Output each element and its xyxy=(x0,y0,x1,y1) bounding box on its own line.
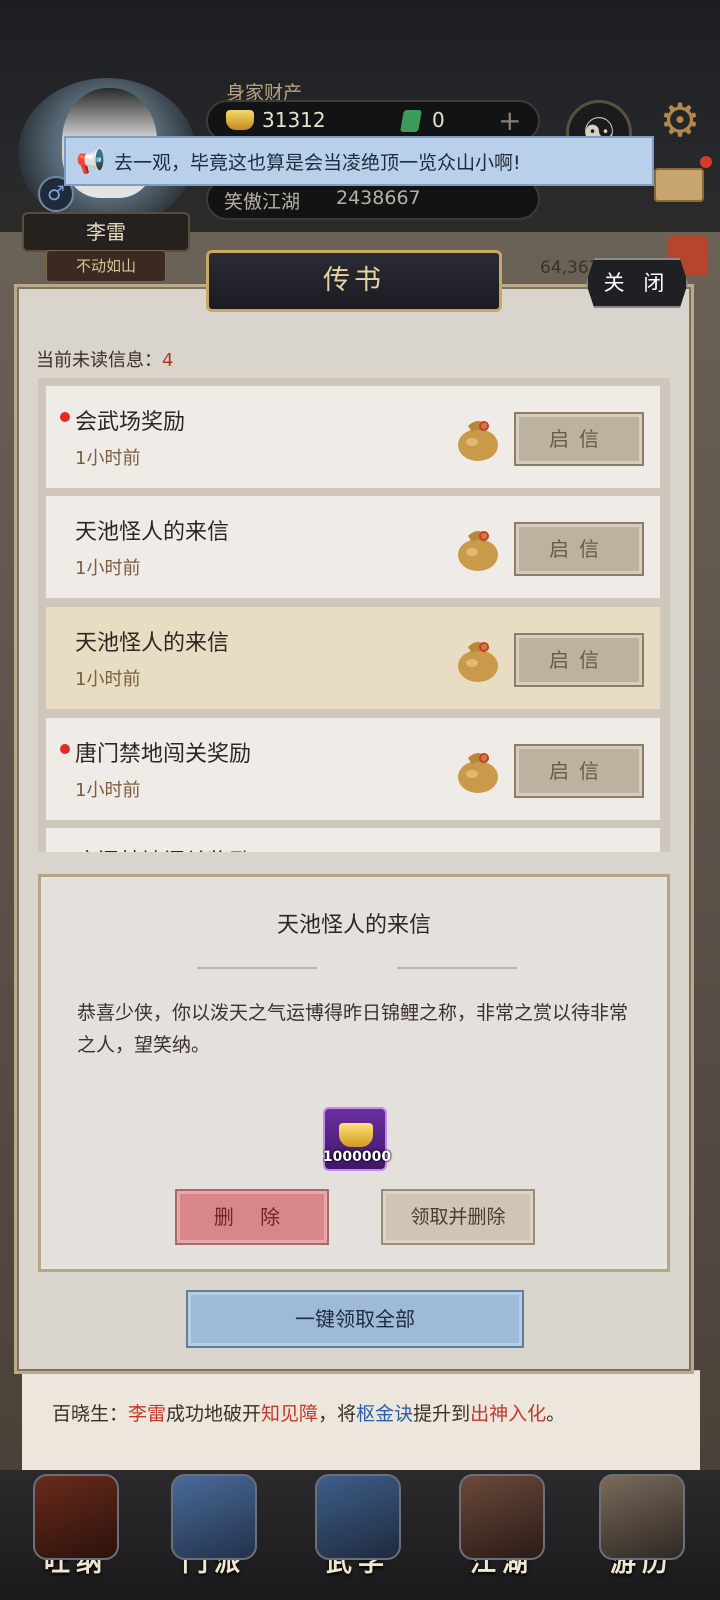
reward-count: 1000000 xyxy=(322,1149,392,1165)
close-button[interactable]: 关 闭 xyxy=(586,258,688,308)
unread-dot xyxy=(60,744,70,754)
letter-item[interactable]: 唐门禁地闯关奖励 1小时前 启信 xyxy=(46,718,660,820)
divider xyxy=(197,967,317,969)
chat-skill: 枢金诀 xyxy=(356,1403,414,1425)
nav-menpai[interactable]: 门派 xyxy=(162,1474,266,1594)
money-bag-icon xyxy=(458,421,498,461)
delete-button[interactable]: 删 除 xyxy=(175,1189,329,1245)
chat-player-name: 李雷 xyxy=(128,1403,167,1425)
claim-all-button[interactable]: 一键领取全部 xyxy=(186,1290,524,1348)
letter-item-selected[interactable]: 天池怪人的来信 1小时前 启信 xyxy=(46,607,660,709)
letter-detail-panel: 天池怪人的来信 恭喜少侠，你以泼天之气运博得昨日锦鲤之称，非常之赏以待非常之人，… xyxy=(38,874,670,1272)
letter-title: 会武场奖励 xyxy=(75,410,186,435)
mail-icon[interactable] xyxy=(654,168,704,202)
unread-count: 4 xyxy=(162,350,174,371)
letter-time: 1小时前 xyxy=(75,558,141,579)
chat-text: 提升到 xyxy=(413,1403,471,1425)
chat-text: 成功地破开 xyxy=(166,1403,262,1425)
player-title: 不动如山 xyxy=(46,250,166,282)
letter-list[interactable]: 会武场奖励 1小时前 启信 天池怪人的来信 1小时前 启信 天池怪人的来信 1小… xyxy=(38,378,670,852)
letter-time: 1小时前 xyxy=(75,780,141,801)
modal-title: 传书 xyxy=(206,250,502,312)
nav-tuna[interactable]: 吐纳 xyxy=(24,1474,128,1594)
detail-title: 天池怪人的来信 xyxy=(276,913,431,938)
unread-dot xyxy=(60,412,70,422)
notification-dot xyxy=(700,156,712,168)
letter-title: 唐门禁地闯关奖励 xyxy=(75,742,252,767)
gold-ingot-icon xyxy=(226,110,254,130)
announcement-banner: 📢 去一观，毕竟这也算是会当凌绝顶一览众山小啊! xyxy=(64,136,654,186)
letter-title: 天池怪人的来信 xyxy=(75,520,230,545)
divider xyxy=(397,967,517,969)
chat-level: 出神入化 xyxy=(470,1403,547,1425)
announcement-text: 去一观，毕竟这也算是会当凌绝顶一览众山小啊! xyxy=(114,151,521,174)
money-bag-icon xyxy=(458,531,498,571)
nav-youli[interactable]: 游历 xyxy=(590,1474,694,1594)
open-letter-button[interactable]: 启信 xyxy=(514,412,644,466)
megaphone-icon: 📢 xyxy=(76,147,106,175)
jade-value: 0 xyxy=(432,108,445,132)
money-bag-icon xyxy=(458,753,498,793)
unread-info: 当前未读信息：4 xyxy=(36,346,173,372)
add-currency-button[interactable]: + xyxy=(498,104,521,137)
letter-title: 唐门禁地闯关奖励 xyxy=(75,844,251,852)
gear-icon[interactable]: ⚙ xyxy=(654,94,706,146)
chat-line: 百晓生：李雷成功地破开知见障，将枢金诀提升到出神入化。 xyxy=(52,1399,565,1426)
jianghu-label: 笑傲江湖 xyxy=(224,191,301,213)
money-bag-icon xyxy=(458,642,498,682)
chat-text: 。 xyxy=(546,1403,566,1425)
nav-wuxue[interactable]: 武学 xyxy=(306,1474,410,1594)
letter-time: 1小时前 xyxy=(75,669,141,690)
open-letter-button[interactable]: 启信 xyxy=(514,744,644,798)
open-letter-button[interactable]: 启信 xyxy=(514,522,644,576)
open-letter-button[interactable]: 启信 xyxy=(514,633,644,687)
letter-item[interactable]: 唐门禁地闯关奖励 xyxy=(46,828,660,852)
chat-log: 百晓生：李雷成功地破开知见障，将枢金诀提升到出神入化。 xyxy=(22,1370,700,1470)
chat-speaker: 百晓生： xyxy=(52,1403,129,1425)
sect-icon xyxy=(171,1474,257,1560)
jianghu-value: 2438667 xyxy=(336,187,421,209)
chat-text: ，将 xyxy=(318,1403,357,1425)
claim-and-delete-button[interactable]: 领取并删除 xyxy=(381,1189,535,1245)
player-name: 李雷 xyxy=(22,212,190,252)
reward-item[interactable]: 1000000 xyxy=(323,1107,391,1171)
nav-jianghu[interactable]: 江湖 xyxy=(450,1474,554,1594)
tuna-icon xyxy=(33,1474,119,1560)
letter-title: 天池怪人的来信 xyxy=(75,631,230,656)
letter-time: 1小时前 xyxy=(75,448,141,469)
gold-value: 31312 xyxy=(262,108,326,132)
unread-label: 当前未读信息： xyxy=(36,350,162,371)
gold-ingot-icon xyxy=(339,1123,373,1147)
chat-barrier: 知见障 xyxy=(261,1403,319,1425)
hat-icon xyxy=(459,1474,545,1560)
letter-item[interactable]: 会武场奖励 1小时前 启信 xyxy=(46,386,660,488)
letter-item[interactable]: 天池怪人的来信 1小时前 启信 xyxy=(46,496,660,598)
detail-body: 恭喜少侠，你以泼天之气运博得昨日锦鲤之称，非常之赏以待非常之人，望笑纳。 xyxy=(77,1002,629,1056)
martial-arts-book-icon xyxy=(315,1474,401,1560)
horse-icon xyxy=(599,1474,685,1560)
